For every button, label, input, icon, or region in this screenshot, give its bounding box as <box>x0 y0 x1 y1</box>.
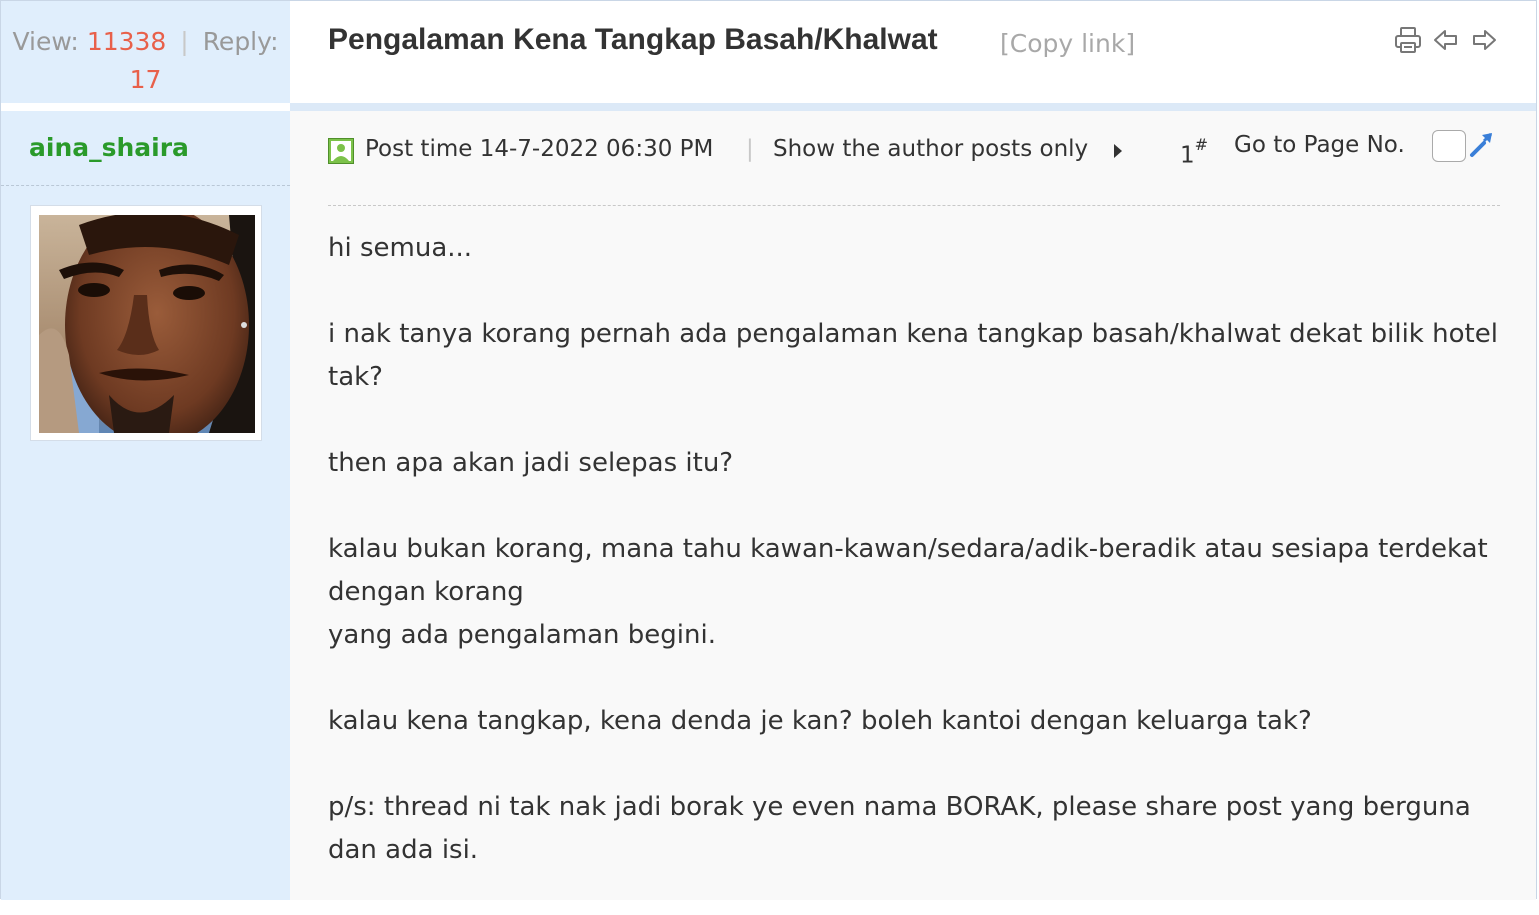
page-number-input[interactable] <box>1432 130 1466 162</box>
floor-hash: # <box>1194 135 1209 154</box>
next-thread-icon[interactable] <box>1470 25 1498 55</box>
thread-header-icons <box>1394 25 1498 55</box>
stats-separator: | <box>180 27 189 56</box>
post-main: Pengalaman Kena Tangkap Basah/Khalwat [C… <box>290 1 1536 900</box>
post-line: i nak tanya korang pernah ada pengalaman… <box>328 319 1498 392</box>
caret-right-icon <box>1114 144 1122 158</box>
post-line: then apa akan jadi selepas itu? <box>328 448 734 478</box>
forum-thread-view: View: 11338 | Reply: 17 aina_shaira Peng… <box>0 0 1537 900</box>
reply-count: 17 <box>129 65 162 94</box>
go-to-page-label: Go to Page No. <box>1234 132 1405 158</box>
online-user-icon <box>328 138 354 164</box>
header-divider-bar <box>290 103 1536 111</box>
go-page-arrow-icon[interactable] <box>1468 129 1498 159</box>
post-paragraph: p/s: thread ni tak nak jadi borak ye eve… <box>328 786 1500 872</box>
thread-title: Pengalaman Kena Tangkap Basah/Khalwat <box>328 23 938 56</box>
thread-stats: View: 11338 | Reply: 17 <box>1 23 290 99</box>
author-name-link[interactable]: aina_shaira <box>29 133 189 162</box>
post-content-divider <box>328 205 1500 206</box>
post-paragraph: then apa akan jadi selepas itu? <box>328 442 1500 485</box>
previous-thread-icon[interactable] <box>1432 25 1460 55</box>
copy-link-button[interactable]: [Copy link] <box>1000 29 1135 58</box>
thread-header: Pengalaman Kena Tangkap Basah/Khalwat [C… <box>290 1 1536 103</box>
post-paragraph: hi semua... <box>328 227 1500 270</box>
sidebar-gap <box>1 103 290 111</box>
reply-label: Reply: <box>202 27 279 56</box>
post-line: hi semua... <box>328 233 473 263</box>
view-label: View: <box>12 27 79 56</box>
post-meta-bar: Post time 14-7-2022 06:30 PM | Show the … <box>328 130 1500 173</box>
post-paragraph: kalau kena tangkap, kena denda je kan? b… <box>328 700 1500 743</box>
meta-separator: | <box>746 136 754 162</box>
post-paragraph: kalau bukan korang, mana tahu kawan-kawa… <box>328 528 1500 657</box>
post-line: yang ada pengalaman begini. <box>328 620 716 650</box>
floor-number: 1 <box>1180 142 1195 169</box>
author-sidebar: View: 11338 | Reply: 17 aina_shaira <box>1 1 290 900</box>
post-content: hi semua... i nak tanya korang pernah ad… <box>328 227 1500 915</box>
post-paragraph: i nak tanya korang pernah ada pengalaman… <box>328 313 1500 399</box>
view-count: 11338 <box>86 27 167 56</box>
post-line: kalau kena tangkap, kena denda je kan? b… <box>328 706 1312 736</box>
post-line: kalau bukan korang, mana tahu kawan-kawa… <box>328 534 1488 607</box>
show-author-posts-only-link[interactable]: Show the author posts only <box>773 136 1088 162</box>
author-avatar-frame[interactable] <box>30 205 262 441</box>
post-time: Post time 14-7-2022 06:30 PM <box>365 136 714 162</box>
avatar[interactable] <box>39 215 255 433</box>
post-floor-number[interactable]: 1# <box>1180 135 1208 169</box>
thread-stats-panel: View: 11338 | Reply: 17 <box>1 1 290 103</box>
author-divider <box>1 185 290 186</box>
post-line: p/s: thread ni tak nak jadi borak ye eve… <box>328 792 1471 865</box>
print-icon[interactable] <box>1394 25 1422 55</box>
